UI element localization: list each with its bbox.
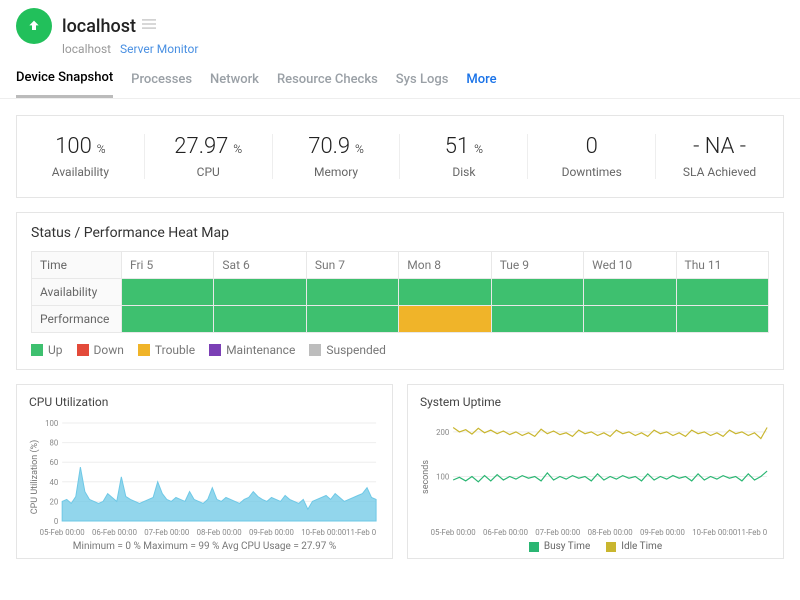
svg-text:07-Feb 00:00: 07-Feb 00:00: [144, 528, 189, 537]
svg-text:05-Feb 00:00: 05-Feb 00:00: [431, 528, 476, 537]
svg-text:10-Feb 00:00: 10-Feb 00:00: [301, 528, 346, 537]
svg-text:05-Feb 00:00: 05-Feb 00:00: [40, 528, 85, 537]
legend-label: Idle Time: [621, 541, 662, 552]
cpu-chart-footer: Minimum = 0 % Maximum = 99 % Avg CPU Usa…: [29, 541, 380, 552]
tab-processes[interactable]: Processes: [131, 64, 192, 97]
svg-text:CPU Utilization (%): CPU Utilization (%): [29, 440, 40, 514]
svg-text:09-Feb 00:00: 09-Feb 00:00: [640, 528, 685, 537]
svg-text:100: 100: [45, 419, 58, 428]
uptime-chart-legend: Busy Time Idle Time: [420, 541, 771, 552]
legend-item: Trouble: [138, 343, 195, 357]
heatmap-table: TimeFri 5Sat 6Sun 7Mon 8Tue 9Wed 10Thu 1…: [31, 251, 769, 333]
cpu-chart-title: CPU Utilization: [29, 395, 380, 409]
tab-resource-checks[interactable]: Resource Checks: [277, 64, 378, 97]
heatmap-cell[interactable]: [122, 279, 214, 306]
breadcrumb-item[interactable]: Server Monitor: [120, 42, 198, 56]
tab-bar: Device Snapshot Processes Network Resource …: [0, 62, 800, 99]
heatmap-cell[interactable]: [399, 306, 491, 333]
idle-swatch: [606, 542, 616, 552]
heatmap-cell[interactable]: [122, 306, 214, 333]
svg-text:80: 80: [49, 439, 58, 448]
svg-text:40: 40: [49, 478, 58, 487]
svg-text:20: 20: [49, 497, 58, 506]
heatmap-cell[interactable]: [584, 279, 676, 306]
cpu-chart-card: CPU Utilization 0 20 40 60 80 100 05-Feb 00:00…: [16, 384, 393, 559]
svg-text:11-Feb 0: 11-Feb 0: [346, 528, 376, 537]
legend-label: Busy Time: [544, 541, 590, 552]
stat-availability: 100 %Availability: [17, 134, 145, 179]
heatmap-cell[interactable]: [214, 279, 306, 306]
svg-text:11-Feb 0: 11-Feb 0: [737, 528, 767, 537]
legend-item: Suspended: [309, 343, 386, 357]
tab-device-snapshot[interactable]: Device Snapshot: [16, 62, 113, 98]
cpu-chart: 0 20 40 60 80 100 05-Feb 00:00 06-Feb 00:00 07-F…: [29, 417, 380, 537]
heatmap-cell[interactable]: [491, 279, 583, 306]
heatmap-cell[interactable]: [584, 306, 676, 333]
tab-sys-logs[interactable]: Sys Logs: [396, 64, 449, 97]
stats-card: 100 %Availability27.97 %CPU70.9 %Memory5…: [16, 115, 784, 198]
breadcrumb: localhost Server Monitor: [62, 42, 800, 56]
heatmap-legend: Up Down Trouble Maintenance Suspended: [31, 343, 769, 357]
uptime-chart-title: System Uptime: [420, 395, 771, 409]
tab-more[interactable]: More: [466, 64, 496, 97]
stat-disk: 51 %Disk: [400, 134, 528, 179]
svg-text:0: 0: [54, 517, 58, 526]
svg-text:100: 100: [436, 472, 449, 481]
heatmap-cell[interactable]: [399, 279, 491, 306]
heatmap-cell[interactable]: [214, 306, 306, 333]
legend-item: Up: [31, 343, 63, 357]
heatmap-cell[interactable]: [491, 306, 583, 333]
arrow-up-icon: [26, 18, 42, 34]
legend-item: Down: [77, 343, 124, 357]
heatmap-cell[interactable]: [306, 279, 398, 306]
stat-downtimes: 0Downtimes: [528, 134, 656, 179]
svg-text:06-Feb 00:00: 06-Feb 00:00: [92, 528, 137, 537]
svg-text:07-Feb 00:00: 07-Feb 00:00: [535, 528, 580, 537]
svg-text:09-Feb 00:00: 09-Feb 00:00: [249, 528, 294, 537]
legend-item: Maintenance: [209, 343, 295, 357]
uptime-chart-card: System Uptime 100 200 05-Feb 00:00 06-Feb 0…: [407, 384, 784, 559]
tab-network[interactable]: Network: [210, 64, 259, 97]
heatmap-cell[interactable]: [306, 306, 398, 333]
svg-text:08-Feb 00:00: 08-Feb 00:00: [588, 528, 633, 537]
stat-sla-achieved: - NA -SLA Achieved: [656, 134, 783, 179]
breadcrumb-item[interactable]: localhost: [62, 42, 111, 56]
svg-text:10-Feb 00:00: 10-Feb 00:00: [692, 528, 737, 537]
heatmap-card: Status / Performance Heat Map TimeFri 5S…: [16, 212, 784, 370]
svg-text:06-Feb 00:00: 06-Feb 00:00: [483, 528, 528, 537]
svg-text:seconds: seconds: [421, 460, 431, 494]
svg-text:200: 200: [436, 428, 449, 437]
heatmap-title: Status / Performance Heat Map: [31, 225, 769, 241]
heatmap-cell[interactable]: [676, 279, 768, 306]
busy-swatch: [529, 542, 539, 552]
page-title: localhost: [62, 16, 136, 37]
stat-cpu: 27.97 %CPU: [145, 134, 273, 179]
svg-text:60: 60: [49, 458, 58, 467]
stat-memory: 70.9 %Memory: [273, 134, 401, 179]
menu-icon[interactable]: [142, 17, 156, 35]
uptime-chart: 100 200 05-Feb 00:00 06-Feb 00:00 07-Feb 00:…: [420, 417, 771, 537]
status-badge-icon: [16, 8, 52, 44]
svg-text:08-Feb 00:00: 08-Feb 00:00: [197, 528, 242, 537]
heatmap-cell[interactable]: [676, 306, 768, 333]
